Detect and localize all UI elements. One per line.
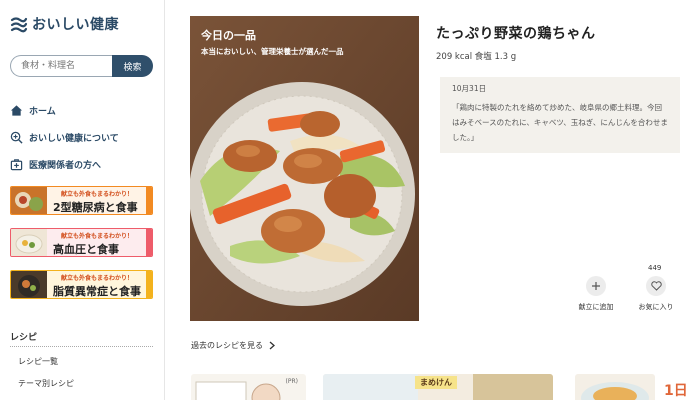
recipe-title[interactable]: たっぷり野菜の鶏ちゃん [436,23,596,43]
banner-title: 2型糖尿病と食事 [53,201,138,214]
section-divider [10,346,153,347]
sidebar-item-label: おいしい健康について [29,133,119,144]
dish-illustration [190,16,419,321]
card-pr[interactable]: (PR) [191,374,306,400]
banner-tagline: 献立も外食もまるわかり！ [61,275,134,282]
sidebar-item-label: ホーム [29,106,56,117]
recipe-description: 「鶏肉に特製のたれを絡めて炒めた、岐阜県の郷土料理。今回はみそベースのたれに、キ… [452,103,668,142]
banner-diabetes[interactable]: 献立も外食もまるわかり！ 2型糖尿病と食事 [10,186,153,215]
banner-arrow-bar [146,271,152,298]
chevron-right-icon [269,341,275,350]
card-right-image [473,374,553,400]
hero-title: 今日の一品 [201,29,256,42]
card-day-label: 1日 [664,383,688,399]
banner-dyslipidemia[interactable]: 献立も外食もまるわかり！ 脂質異常症と食事 [10,270,153,299]
recipe-section-label: レシピ [10,333,38,343]
banner-title: 脂質異常症と食事 [53,285,141,298]
card-mameken[interactable]: まめけん [323,374,553,400]
heart-icon [650,281,662,291]
search-input[interactable] [10,55,112,77]
sidebar-item-theme-recipes[interactable]: テーマ別レシピ [18,378,74,389]
search-button[interactable]: 検索 [112,55,153,77]
hero-subtitle: 本当においしい、管理栄養士が選んだ一品 [201,47,344,56]
add-to-menu-button[interactable] [586,276,606,296]
recipe-nutrition: 209 kcal 食塩 1.3 g [436,52,517,62]
pr-label: (PR) [285,378,298,385]
sidebar: おいしい健康 検索 ホーム おいしい健康について 医療関係者の方へ 献立も外食も… [0,0,165,400]
logo-wave-icon [10,17,28,33]
search-form: 検索 [10,55,153,77]
banner-hypertension[interactable]: 献立も外食もまるわかり！ 高血圧と食事 [10,228,153,257]
add-to-menu-action: 献立に追加 [576,276,616,312]
site-logo[interactable]: おいしい健康 [10,14,119,34]
sidebar-item-medical[interactable]: 医療関係者の方へ [10,155,155,173]
favorite-count: 449 [648,264,662,272]
sidebar-nav: ホーム おいしい健康について 医療関係者の方へ [10,101,155,182]
favorite-action: お気に入り [636,276,676,312]
banner-arrow-bar [146,229,152,256]
banner-tagline: 献立も外食もまるわかり！ [61,191,134,198]
banner-food-image [11,271,47,298]
plus-search-icon [10,131,23,144]
favorite-button[interactable] [646,276,666,296]
sidebar-item-about[interactable]: おいしい健康について [10,128,155,146]
medical-icon [10,158,23,170]
plus-icon [592,282,600,290]
recipe-note-box: 10月31日 「鶏肉に特製のたれを絡めて炒めた、岐阜県の郷土料理。今回はみそベー… [440,77,680,153]
bowl-image [581,382,649,400]
past-recipes-link[interactable]: 過去のレシピを見る [191,340,275,351]
card-left-image [323,374,418,400]
card-bowl[interactable] [575,374,655,400]
sidebar-item-recipe-list[interactable]: レシピ一覧 [18,356,58,367]
banner-food-image [11,229,47,256]
past-recipes-label: 過去のレシピを見る [191,341,263,350]
hero-recipe-image[interactable]: 今日の一品 本当においしい、管理栄養士が選んだ一品 [190,16,419,321]
recipe-date: 10月31日 [452,84,487,93]
banner-tagline: 献立も外食もまるわかり！ [61,233,134,240]
home-icon [10,104,23,116]
mameken-label: まめけん [415,376,457,389]
banner-food-image [11,187,47,214]
add-to-menu-label: 献立に追加 [578,303,614,311]
logo-text: おいしい健康 [32,17,119,33]
banner-title: 高血圧と食事 [53,243,119,256]
favorite-label: お気に入り [638,303,674,311]
sidebar-item-label: 医療関係者の方へ [29,160,102,171]
sidebar-item-home[interactable]: ホーム [10,101,155,119]
banner-arrow-bar [146,187,152,214]
